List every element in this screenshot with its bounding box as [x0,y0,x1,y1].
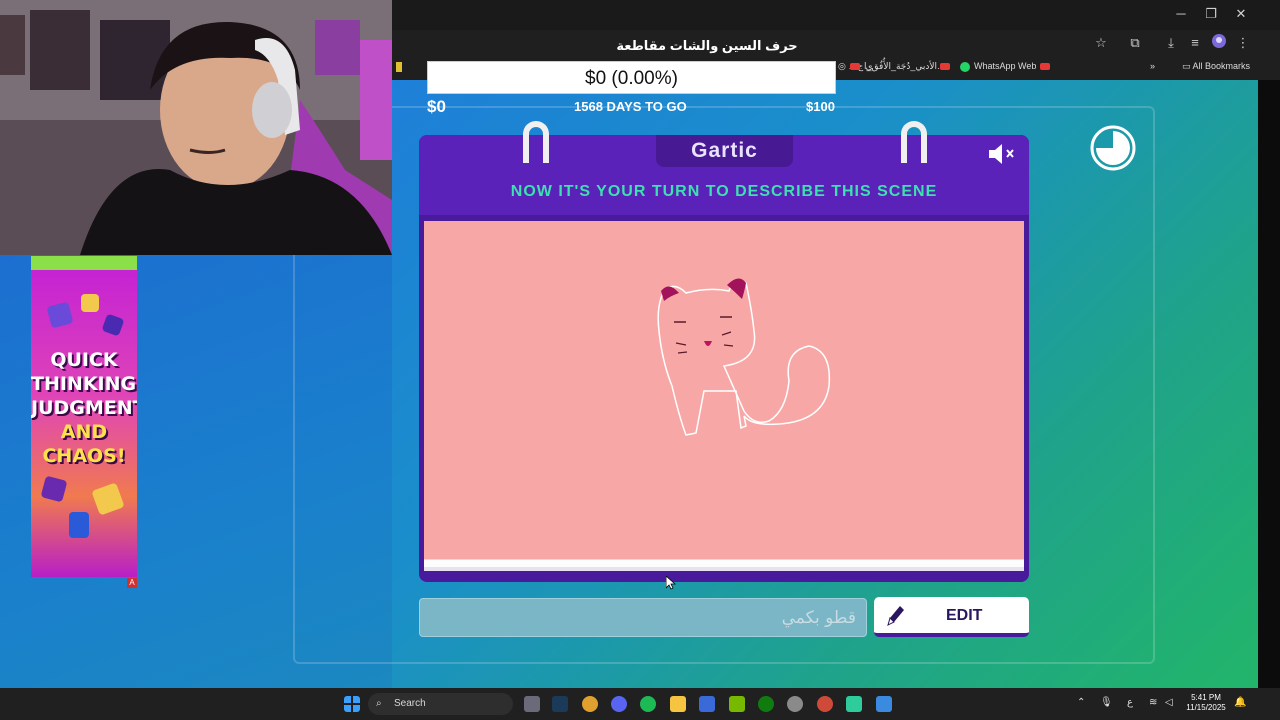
address-bar[interactable]: حرف السين والشات مقاطعة [392,30,1280,58]
game-card-icon [91,482,125,516]
search-icon: ⌕ [376,698,382,709]
notification-icon[interactable]: 🔔 [1234,697,1246,708]
wifi-icon[interactable]: ≋ [1149,697,1157,708]
file-explorer-icon[interactable] [670,696,686,712]
media-icon[interactable]: ≡ [1186,34,1204,52]
game-card-icon [81,294,99,312]
mute-icon[interactable] [987,141,1017,167]
discord-icon[interactable] [611,696,627,712]
turn-headline: NOW IT'S YOUR TURN TO DESCRIBE THIS SCEN… [510,183,938,200]
ad-slime-border [31,256,137,270]
taskbar-clock[interactable]: 5:41 PM 11/15/2025 [1184,693,1228,713]
edit-button-label: EDIT [946,607,983,624]
window-edge [1258,80,1280,688]
donation-progress: $0 (0.00%) [427,61,836,94]
menu-icon[interactable]: ⋮ [1234,34,1252,52]
progress-days: 1568 DAYS TO GO [574,99,687,114]
scene-book: Gartic NOW IT'S YOUR TURN TO DESCRIBE TH… [419,121,1029,582]
globe-icon: ◎ [838,61,846,71]
mouse-cursor-icon [666,576,676,590]
screen: ─ ❐ ✕ حرف السين والشات مقاطعة ☆ ⧉ ⤓ ≡ ⋮ … [0,0,1280,720]
gartic-logo: Gartic [656,135,793,167]
description-input[interactable] [419,598,867,637]
ad-banner[interactable]: QUICK THINKING, JUDGMENT AND CHAOS! [31,256,137,577]
whatsapp-icon [960,61,970,72]
language-indicator[interactable]: ع [1127,697,1133,708]
volume-icon[interactable]: ◁ [1165,697,1173,708]
minimize-icon[interactable]: ─ [1166,4,1196,24]
progress-start: $0 [427,97,446,116]
spotify-icon[interactable] [640,696,656,712]
steam-icon[interactable] [552,696,568,712]
nvidia-icon[interactable] [729,696,745,712]
edit-button[interactable]: EDIT [874,597,1029,637]
download-icon[interactable]: ⤓ [1162,34,1180,52]
folder-icon: ▭ [1182,61,1191,71]
star-icon[interactable]: ☆ [1092,34,1110,52]
page-edge [424,559,1024,567]
taskbar-search[interactable]: ⌕ Search [368,693,513,715]
xbox-icon[interactable] [758,696,774,712]
progress-goal: $100 [806,99,835,114]
binder-ring [523,121,549,163]
bookmark-item[interactable] [1040,61,1054,71]
all-bookmarks[interactable]: ▭ All Bookmarks [1182,61,1250,72]
maximize-icon[interactable]: ❐ [1196,4,1226,24]
camera-app-icon[interactable] [524,696,540,712]
page-title: حرف السين والشات مقاطعة [616,38,798,53]
bookmark-item[interactable] [396,61,402,72]
chevron-right-icon[interactable]: » [1150,61,1155,71]
youtube-icon [940,63,950,71]
ad-slogan: QUICK THINKING, JUDGMENT AND CHAOS! [31,349,137,467]
bookmark-whatsapp[interactable]: WhatsApp Web [960,61,1036,72]
extensions-icon[interactable]: ⧉ [1126,34,1144,52]
youtube-icon [850,63,860,71]
bookmark-item[interactable]: الأدبي_دُجَة_الأُفُق_ا… [850,61,946,72]
store-icon[interactable] [699,696,715,712]
pencil-icon [887,606,904,626]
chevron-up-icon[interactable]: ⌃ [1077,697,1085,708]
app-icon[interactable] [876,696,892,712]
microphone-icon[interactable]: 🎙 [1100,697,1113,708]
cat-drawing [657,278,831,436]
timer-icon [1090,125,1136,171]
ad-badge[interactable]: A [127,578,137,588]
settings-icon[interactable] [787,696,803,712]
bookmark-item[interactable] [940,61,954,71]
page-edge [424,567,1024,571]
webcam-feed [0,0,392,255]
close-icon[interactable]: ✕ [1226,4,1256,24]
game-card-icon [101,313,125,337]
game-card-icon [69,512,89,538]
youtube-icon [1040,63,1050,71]
chrome-icon[interactable] [582,696,598,712]
app-icon[interactable] [846,696,862,712]
profile-avatar[interactable] [1210,34,1228,52]
game-card-icon [46,301,74,329]
game-card-icon [40,475,68,503]
chrome-profile-icon[interactable] [817,696,833,712]
drawing-canvas [424,221,1024,559]
tab-strip [392,0,1280,30]
binder-ring [901,121,927,163]
windows-start-icon[interactable] [344,696,360,712]
webcam-image [0,0,392,255]
